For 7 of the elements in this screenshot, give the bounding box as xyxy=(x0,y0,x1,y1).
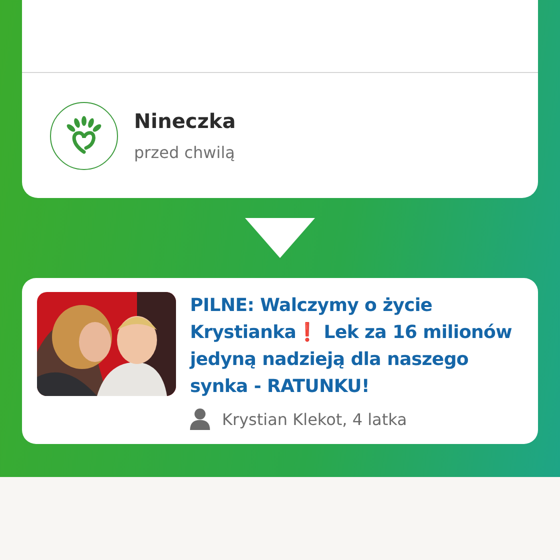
fundraiser-card[interactable]: PILNE: Walczymy o życie Krystianka❗ Lek za 16 milionów jedyną nadzieją dla naszego synka - RATUNKU! Krystian Klekot, 4 latka xyxy=(22,278,538,444)
fundraiser-title[interactable]: PILNE: Walczymy o życie Krystianka❗ Lek za 16 milionów jedyną nadzieją dla naszego synka - RATUNKU! xyxy=(190,292,524,400)
person-icon xyxy=(190,408,210,430)
down-arrow-icon xyxy=(245,218,315,258)
beneficiary-name: Krystian Klekot, 4 latka xyxy=(222,410,407,428)
donor-name: Nineczka xyxy=(134,109,236,133)
donation-time: przed chwilą xyxy=(134,143,236,162)
